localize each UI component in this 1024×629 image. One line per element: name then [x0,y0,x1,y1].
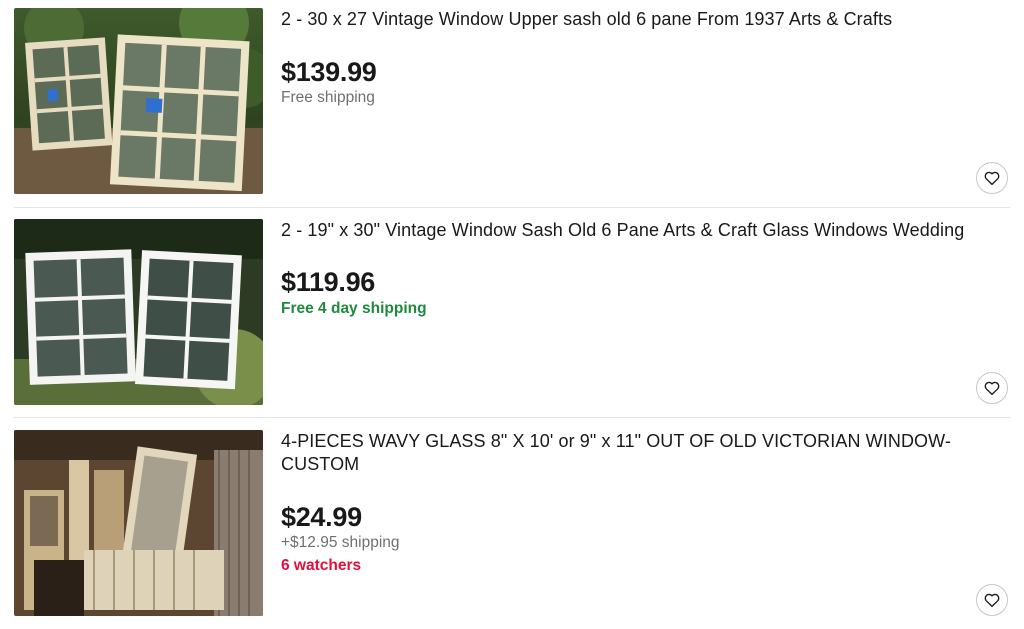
heart-icon [984,593,1000,608]
listing-photo [14,8,263,194]
listing-photo [14,430,263,616]
favorite-button[interactable] [976,372,1008,404]
favorite-button[interactable] [976,584,1008,616]
search-results-list: 2 - 30 x 27 Vintage Window Upper sash ol… [0,0,1024,629]
listing-price: $119.96 [281,267,376,297]
listing-price: $24.99 [281,502,362,532]
listing-photo [14,219,263,405]
listing-image[interactable] [14,8,263,194]
listing-title[interactable]: 4-PIECES WAVY GLASS 8" X 10' or 9" x 11"… [281,430,1004,476]
listing-title[interactable]: 2 - 30 x 27 Vintage Window Upper sash ol… [281,8,1004,31]
heart-icon [984,171,1000,186]
listing-price: $139.99 [281,57,377,87]
listing-item[interactable]: 4-PIECES WAVY GLASS 8" X 10' or 9" x 11"… [0,418,1024,629]
listing-image[interactable] [14,430,263,616]
watchers-count: 6 watchers [281,557,362,574]
listing-shipping: Free 4 day shipping [281,300,427,317]
listing-item[interactable]: 2 - 30 x 27 Vintage Window Upper sash ol… [0,0,1024,208]
listing-shipping: Free shipping [281,89,375,106]
listing-item[interactable]: 2 - 19" x 30" Vintage Window Sash Old 6 … [0,208,1024,418]
favorite-button[interactable] [976,162,1008,194]
listing-shipping: +$12.95 shipping [281,534,400,551]
heart-icon [984,381,1000,396]
listing-image[interactable] [14,219,263,405]
listing-title[interactable]: 2 - 19" x 30" Vintage Window Sash Old 6 … [281,219,1004,242]
